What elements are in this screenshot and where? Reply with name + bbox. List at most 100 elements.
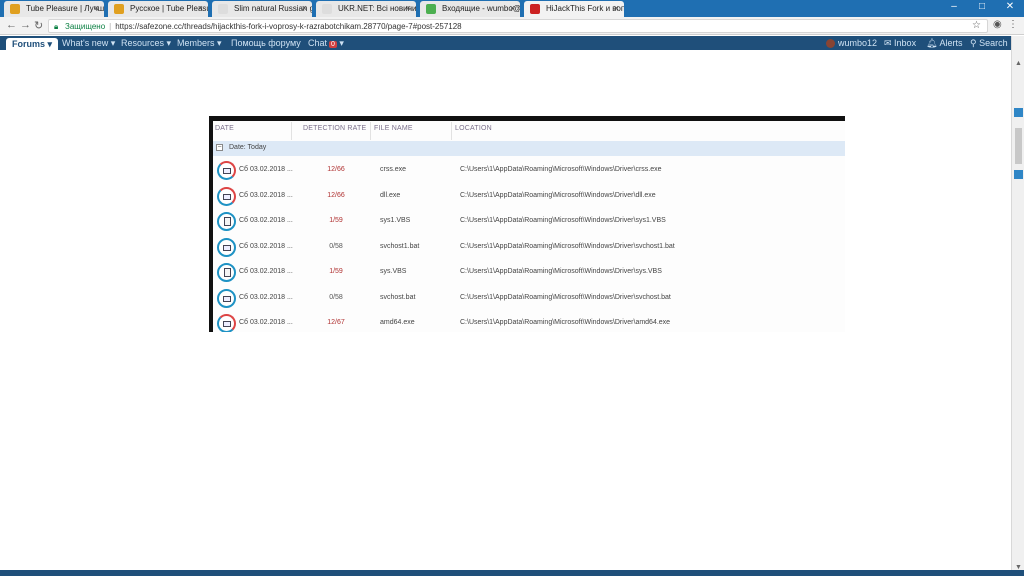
- table-row[interactable]: Сб 03.02.2018 ... 0/58 svchost.bat C:\Users…: [213, 285, 845, 311]
- row-date: Сб 03.02.2018 ...: [239, 268, 293, 275]
- close-tab-icon[interactable]: ×: [94, 3, 99, 13]
- column-separator: [370, 122, 371, 140]
- nav-search-label: Search: [979, 38, 1008, 48]
- batch-file-icon: [217, 237, 236, 257]
- back-arrow-icon[interactable]: ←: [6, 19, 17, 31]
- row-location: C:\Users\1\AppData\Roaming\Microsoft\Win…: [460, 217, 666, 224]
- column-separator: [451, 122, 452, 140]
- nav-resources[interactable]: Resources ▾: [121, 38, 171, 49]
- nav-alerts[interactable]: 🔔︎ Alerts: [926, 38, 962, 49]
- row-location: C:\Users\1\AppData\Roaming\Microsoft\Win…: [460, 293, 671, 301]
- executable-file-icon: [217, 314, 236, 332]
- row-date: Сб 03.02.2018 ...: [239, 217, 293, 224]
- tab-favicon-icon: [530, 4, 540, 14]
- bookmark-star-icon[interactable]: ☆: [972, 20, 981, 31]
- browser-tab-3[interactable]: Slim natural Russian girl ×: [212, 1, 312, 17]
- maximize-icon[interactable]: □: [968, 0, 996, 14]
- table-row[interactable]: Сб 03.02.2018 ... 12/66 dll.exe C:\Users\1\…: [213, 183, 845, 209]
- nav-inbox[interactable]: ✉ Inbox: [884, 38, 916, 49]
- address-bar[interactable]: 🔒︎ Защищено | https://safezone.cc/threads/…: [48, 19, 988, 33]
- row-file-name: dll.exe: [380, 191, 401, 199]
- nav-whats-new-label: What's new: [62, 38, 109, 48]
- row-date: Сб 03.02.2018 ...: [239, 166, 293, 173]
- column-header-date[interactable]: DATE: [215, 125, 234, 132]
- tab-favicon-icon: [114, 4, 124, 14]
- close-tab-icon[interactable]: ×: [510, 3, 515, 13]
- reload-icon[interactable]: ↻: [34, 19, 43, 32]
- table-row[interactable]: Сб 03.02.2018 ... 12/66 crss.exe C:\Users\1…: [213, 158, 845, 183]
- row-detection-rate: 12/66: [327, 166, 345, 173]
- close-tab-icon[interactable]: ×: [302, 3, 307, 13]
- screenshot-top-border: [209, 116, 845, 121]
- row-detection-rate: 12/67: [327, 319, 345, 326]
- inbox-icon: ✉: [884, 38, 895, 48]
- row-date: Сб 03.02.2018 ...: [239, 319, 293, 326]
- browser-tab-2[interactable]: Русское | Tube Pleasure ×: [108, 1, 208, 17]
- site-navigation: Forums ▾ What's new ▾ Resources ▾ Member…: [0, 36, 1011, 52]
- embedded-screenshot: DATE DETECTION RATE FILE NAME LOCATION −…: [209, 116, 845, 332]
- nav-forums-label: Forums: [12, 39, 46, 49]
- chrome-menu-icon[interactable]: ⋮: [1008, 19, 1018, 30]
- group-header[interactable]: − Date: Today: [213, 141, 845, 156]
- executable-file-icon: [217, 186, 236, 206]
- row-location: C:\Users\1\AppData\Roaming\Microsoft\Win…: [460, 191, 656, 199]
- script-file-icon: [217, 263, 236, 282]
- chat-badge: 0: [329, 41, 337, 48]
- table-row[interactable]: Сб 03.02.2018 ... 0/58 svchost1.bat C:\User…: [213, 234, 845, 260]
- nav-chat-label: Chat: [308, 38, 328, 48]
- browser-tab-5[interactable]: Входящие - wumbo@ur ×: [420, 1, 520, 17]
- minimize-icon[interactable]: –: [940, 0, 968, 14]
- nav-whats-new[interactable]: What's new ▾: [62, 38, 115, 49]
- row-detection-rate: 0/58: [329, 293, 343, 301]
- row-file-name: crss.exe: [380, 166, 407, 173]
- browser-tab-1[interactable]: Tube Pleasure | Лучшие ×: [4, 1, 104, 17]
- nav-forum-help[interactable]: Помощь форуму: [231, 38, 301, 48]
- browser-tab-4[interactable]: UKR.NET: Всі новини Ук ×: [316, 1, 416, 17]
- url-text: https://safezone.cc/threads/hijackthis-f…: [115, 22, 462, 31]
- tab-label: Входящие - wumbo@ur: [442, 4, 520, 13]
- row-detection-rate: 0/58: [329, 242, 343, 250]
- nav-resources-label: Resources: [121, 38, 165, 48]
- row-file-name: amd64.exe: [380, 319, 415, 326]
- row-date: Сб 03.02.2018 ...: [239, 191, 293, 199]
- nav-user[interactable]: wumbo12: [838, 38, 877, 48]
- address-separator: |: [109, 22, 112, 31]
- column-header-detection-rate[interactable]: DETECTION RATE: [303, 125, 366, 132]
- taskbar: [0, 570, 1024, 576]
- lock-icon: 🔒︎: [54, 22, 59, 31]
- search-icon: ⚲: [970, 38, 980, 48]
- scroll-up-arrow-icon[interactable]: ▲: [1015, 60, 1022, 67]
- side-widget-icon-2[interactable]: [1014, 170, 1023, 179]
- side-widget-icon[interactable]: [1014, 108, 1023, 117]
- nav-chat[interactable]: Chat 0 ▾: [308, 38, 344, 49]
- row-detection-rate: 12/66: [327, 191, 345, 199]
- row-file-name: sys1.VBS: [380, 217, 411, 224]
- collapse-icon[interactable]: −: [216, 144, 223, 151]
- browser-tab-6-active[interactable]: HiJackThis Fork и вопро ×: [524, 1, 624, 17]
- browser-toolbar: ← → ↻ 🔒︎ Защищено | https://safezone.cc/th…: [0, 17, 1024, 35]
- window-close-icon[interactable]: ✕: [996, 0, 1024, 14]
- nav-forum-help-label: Помощь форуму: [231, 38, 301, 48]
- close-tab-icon[interactable]: ×: [406, 3, 411, 13]
- secure-label: Защищено: [65, 22, 106, 31]
- nav-forums[interactable]: Forums ▾: [6, 38, 59, 52]
- nav-search[interactable]: ⚲ Search: [970, 38, 1008, 49]
- row-file-name: sys.VBS: [380, 268, 407, 275]
- table-row[interactable]: Сб 03.02.2018 ... 12/67 amd64.exe C:\Users\…: [213, 311, 845, 332]
- forward-arrow-icon[interactable]: →: [20, 19, 31, 31]
- close-tab-icon[interactable]: ×: [614, 3, 619, 13]
- table-row[interactable]: Сб 03.02.2018 ... 1/59 sys1.VBS C:\Users\1\…: [213, 209, 845, 234]
- page-scrollbar[interactable]: ▲ ▼: [1011, 36, 1024, 576]
- column-header-file-name[interactable]: FILE NAME: [374, 125, 413, 132]
- bell-icon: 🔔︎: [926, 38, 940, 48]
- table-row[interactable]: Сб 03.02.2018 ... 1/59 sys.VBS C:\Users\1\A…: [213, 260, 845, 285]
- scrollbar-thumb[interactable]: [1015, 128, 1022, 164]
- nav-members[interactable]: Members ▾: [177, 38, 222, 49]
- column-header-location[interactable]: LOCATION: [455, 125, 492, 132]
- extension-icon[interactable]: ◉: [993, 19, 1002, 30]
- tab-label: Slim natural Russian girl: [234, 4, 312, 13]
- row-detection-rate: 1/59: [329, 217, 343, 224]
- row-location: C:\Users\1\AppData\Roaming\Microsoft\Win…: [460, 319, 671, 326]
- avatar[interactable]: [826, 39, 835, 48]
- close-tab-icon[interactable]: ×: [198, 3, 203, 13]
